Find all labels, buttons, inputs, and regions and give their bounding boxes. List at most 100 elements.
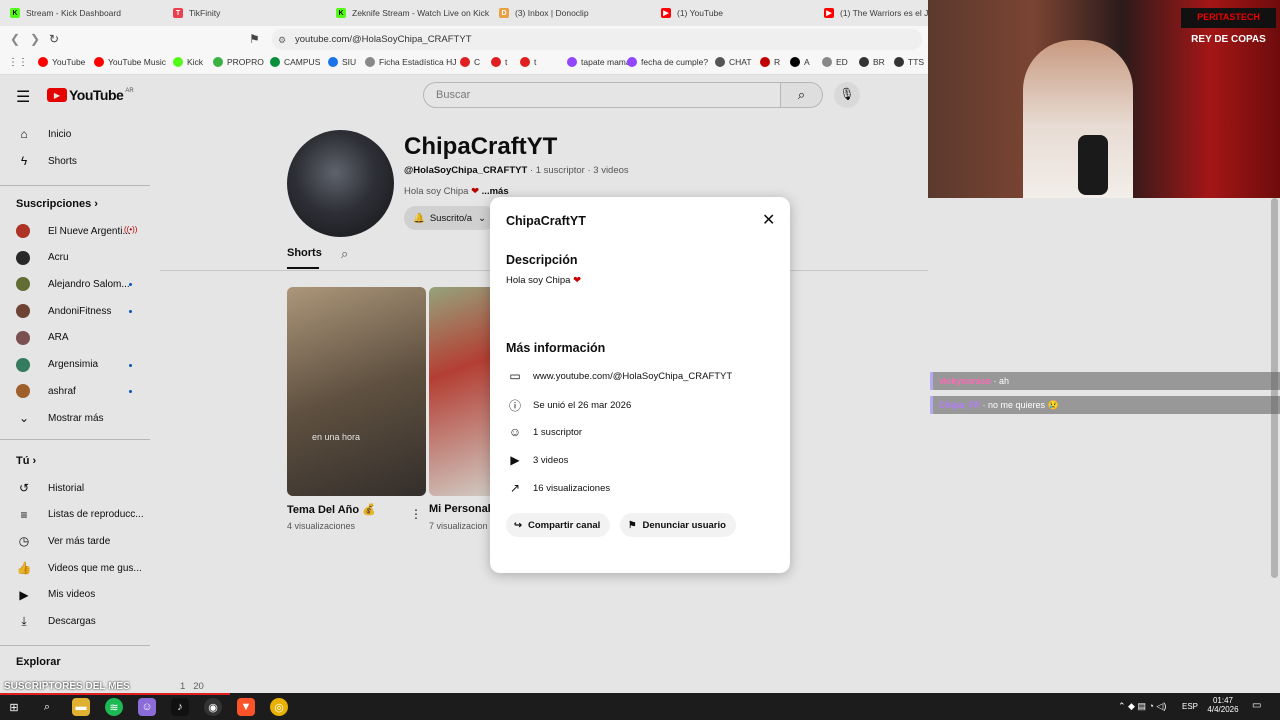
youtube-icon: ▶ [824, 8, 834, 18]
bookmark-item[interactable]: BR [859, 57, 885, 67]
bookmark-icon[interactable]: ⚑ [249, 32, 260, 46]
info-row-videos: ▶ 3 videos [506, 453, 568, 467]
web-icon: ▭ [509, 369, 521, 383]
bookmark-icon [760, 57, 770, 67]
bookmark-icon [94, 57, 104, 67]
taskbar: ⊞ ⌕ ▬ ≋ ☺ ♪ ◉ ▼ ◎ ⌃ ◆ ▤ ◔ ◁) ESP 01:47 4/… [0, 693, 1280, 720]
share-channel-button[interactable]: ↪ Compartir canal [506, 513, 611, 537]
browser-tab[interactable]: ▶ (1) YouTube [661, 0, 821, 26]
chat-message: vickycaruso · ah [930, 372, 1280, 390]
brave-icon[interactable]: ▼ [237, 698, 255, 716]
bookmark-icon [213, 57, 223, 67]
bookmark-icon [328, 57, 338, 67]
bookmark-icon [715, 57, 725, 67]
bookmark-item[interactable]: PROPRO [213, 57, 264, 67]
info-row-joined: ⓘ Se unió el 26 mar 2026 [506, 397, 631, 414]
apps-icon[interactable]: ⋮⋮ [8, 57, 28, 68]
close-icon[interactable]: ✕ [762, 210, 775, 230]
site-info-icon[interactable]: ⚙ [278, 35, 286, 46]
bookmark-item[interactable]: ED [822, 57, 848, 67]
video-icon: ▶ [510, 453, 520, 467]
bookmark-icon [567, 57, 577, 67]
dialog-title: ChipaCraftYT [506, 214, 586, 228]
bookmark-icon [460, 57, 470, 67]
info-icon: ⓘ [508, 399, 521, 413]
banner-subtext: REY DE COPAS [1191, 34, 1266, 45]
subscribers-ticker: SUSCRIPTORES DEL MES [4, 681, 130, 692]
flag-icon: ⚑ [628, 519, 637, 531]
bookmark-item[interactable]: Kick [173, 57, 203, 67]
bookmark-icon [491, 57, 501, 67]
reload-icon[interactable]: ↻ [49, 32, 59, 46]
bookmark-item[interactable]: Ficha Estadística HJ [365, 57, 456, 67]
info-row-views: ↗ 16 visualizaciones [506, 481, 610, 495]
bookmark-item[interactable]: R [760, 57, 780, 67]
url-field[interactable]: youtube.com/@HolaSoyChipa_CRAFTYT [272, 29, 922, 50]
bookmark-icon [627, 57, 637, 67]
clock[interactable]: 01:47 4/4/2026 [1206, 696, 1240, 714]
bookmark-icon [38, 57, 48, 67]
browser-tab[interactable]: K Stream - Kick Dashboard [10, 0, 170, 26]
bookmark-item[interactable]: CHAT [715, 57, 752, 67]
folder-icon[interactable]: ▬ [72, 698, 90, 716]
address-bar-row: ❮ ❯ ↻ ⚑ youtube.com/@HolaSoyChipa_CRAFTY… [0, 26, 928, 53]
about-dialog: ChipaCraftYT ✕ Descripción Hola soy Chip… [490, 197, 790, 573]
banner-text: PERITASTECH [1181, 8, 1276, 28]
report-user-button[interactable]: ⚑ Denunciar usuario [620, 513, 736, 537]
obs-icon[interactable]: ◉ [204, 698, 222, 716]
ticker-count: 1 20 [180, 681, 204, 692]
bookmark-icon [270, 57, 280, 67]
tiktok-icon[interactable]: ♪ [171, 698, 189, 716]
webcam-overlay: PERITASTECH REY DE COPAS [928, 0, 1280, 198]
chat-message: Chipa_FF · no me quieres 😢 [930, 396, 1280, 414]
forward-icon[interactable]: ❯ [30, 32, 40, 46]
bookmark-item[interactable]: C [460, 57, 480, 67]
discord-icon[interactable]: ☺ [138, 698, 156, 716]
language-indicator[interactable]: ESP [1182, 702, 1198, 711]
bookmark-icon [859, 57, 869, 67]
browser-tab[interactable]: K Zeknife Stream - Watch Live on Kick [336, 0, 496, 26]
windows-start-icon[interactable]: ⊞ [5, 698, 23, 716]
taskbar-highlight [0, 693, 230, 695]
share-icon: ↪ [514, 519, 522, 531]
tray-icons[interactable]: ⌃ ◆ ▤ ◔ ◁) [1118, 701, 1166, 712]
youtube-icon: ▶ [661, 8, 671, 18]
bookmark-item[interactable]: A [790, 57, 810, 67]
info-row-subscribers: ☺ 1 suscriptor [506, 425, 582, 439]
bookmark-icon [822, 57, 832, 67]
bookmark-item[interactable]: fecha de cumple? [627, 57, 708, 67]
chrome-icon[interactable]: ◎ [270, 698, 288, 716]
bookmark-icon [173, 57, 183, 67]
tikfinity-icon: T [173, 8, 183, 18]
bookmarks-bar: ⋮⋮ YouTube YouTube Music Kick PROPRO CAMPUS S… [0, 53, 928, 75]
bookmark-item[interactable]: YouTube Music [94, 57, 166, 67]
browser-tab[interactable]: T TikFinity [173, 0, 333, 26]
bookmark-icon [790, 57, 800, 67]
bookmark-icon [894, 57, 904, 67]
bookmark-item[interactable]: t [520, 57, 536, 67]
info-row-url[interactable]: ▭ www.youtube.com/@HolaSoyChipa_CRAFTYT [506, 369, 732, 383]
microphone [1078, 135, 1108, 195]
browser-tab[interactable]: ▶(1) The Warriors es el JUEGO [824, 0, 928, 26]
bookmark-icon [520, 57, 530, 67]
bookmark-item[interactable]: tapate mama!! [567, 57, 635, 67]
notification-icon[interactable]: ▭ [1252, 700, 1261, 711]
description-heading: Descripción [506, 253, 578, 267]
spotify-icon[interactable]: ≋ [105, 698, 123, 716]
kick-icon: K [10, 8, 20, 18]
search-icon[interactable]: ⌕ [38, 698, 56, 716]
bookmark-item[interactable]: SIU [328, 57, 356, 67]
kick-icon: K [336, 8, 346, 18]
bookmark-item[interactable]: YouTube [38, 57, 85, 67]
browser-tab-bar: K Stream - Kick Dashboard T TikFinity K Zek… [0, 0, 928, 26]
more-info-heading: Más información [506, 341, 606, 355]
heart-icon: ❤ [573, 275, 582, 286]
browser-tab[interactable]: D (3) Inbox | Donoclip [499, 0, 659, 26]
bookmark-item[interactable]: TTS [894, 57, 924, 67]
back-icon[interactable]: ❮ [10, 32, 20, 46]
bookmark-item[interactable]: CAMPUS [270, 57, 320, 67]
donoclip-icon: D [499, 8, 509, 18]
subscribers-icon: ☺ [508, 425, 522, 439]
bookmark-item[interactable]: t [491, 57, 507, 67]
bookmark-icon [365, 57, 375, 67]
